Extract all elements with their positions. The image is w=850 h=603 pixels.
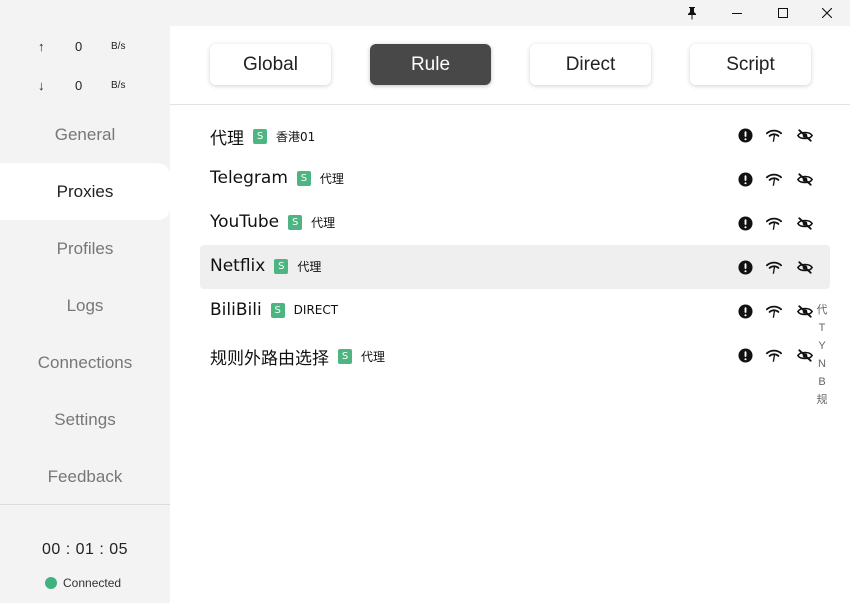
selected-proxy-label: DIRECT — [293, 303, 339, 317]
hide-icon[interactable] — [797, 215, 813, 231]
connection-timer: 00 : 01 : 05 — [41, 541, 129, 558]
index-item[interactable]: T — [819, 319, 826, 337]
mode-script-button[interactable]: Script — [690, 44, 811, 85]
proxy-group-header[interactable]: YouTube S 代理 — [210, 212, 335, 232]
proxy-group-name: 代理 — [210, 129, 244, 149]
mode-global-button[interactable]: Global — [210, 44, 331, 85]
proxy-group-row[interactable]: YouTube S 代理 — [200, 201, 830, 245]
group-index-bar: 代 T Y N B 规 — [815, 301, 829, 409]
proxy-group-row[interactable]: 代理 S 香港01 — [200, 113, 830, 157]
download-unit: B/s — [111, 80, 126, 91]
info-icon[interactable] — [737, 171, 753, 187]
proxy-group-name: Netflix — [210, 256, 266, 276]
sidebar-item-proxies[interactable]: Proxies — [0, 163, 170, 220]
status-label: Connected — [63, 576, 122, 590]
proxy-group-row[interactable]: Telegram S 代理 — [200, 157, 830, 201]
maximize-icon[interactable] — [760, 0, 806, 26]
proxy-group-header[interactable]: Telegram S 代理 — [210, 168, 344, 188]
group-type-badge: S — [338, 349, 352, 364]
proxy-group-name: 规则外路由选择 — [210, 349, 329, 369]
index-item[interactable]: 规 — [817, 391, 828, 409]
pin-icon[interactable] — [669, 0, 715, 26]
info-icon[interactable] — [737, 259, 753, 275]
header-divider — [170, 104, 850, 105]
status-dot-icon — [45, 577, 57, 589]
info-icon[interactable] — [737, 127, 753, 143]
proxy-group-row[interactable]: BiliBili S DIRECT — [200, 289, 830, 333]
proxy-group-row[interactable]: Netflix S 代理 — [200, 245, 830, 289]
latency-test-icon[interactable] — [766, 259, 782, 275]
proxy-group-header[interactable]: 规则外路由选择 S 代理 — [210, 344, 385, 369]
proxy-group-header[interactable]: Netflix S 代理 — [210, 256, 321, 276]
hide-icon[interactable] — [797, 127, 813, 143]
hide-icon[interactable] — [797, 347, 813, 363]
main-panel: Global Rule Direct Script 代理 S 香港01 Telegra… — [170, 26, 850, 603]
download-arrow-icon: ↓ — [38, 78, 45, 93]
sidebar-item-connections[interactable]: Connections — [0, 334, 170, 391]
group-type-badge: S — [253, 129, 267, 144]
connection-status: Connected — [45, 575, 121, 591]
proxy-group-header[interactable]: BiliBili S DIRECT — [210, 300, 338, 320]
group-type-badge: S — [270, 302, 285, 318]
proxy-group-row[interactable]: 规则外路由选择 S 代理 — [200, 333, 830, 377]
proxy-group-name: YouTube — [210, 212, 280, 232]
sidebar-item-profiles[interactable]: Profiles — [0, 220, 170, 277]
sidebar-item-settings[interactable]: Settings — [0, 391, 170, 448]
hide-icon[interactable] — [797, 259, 813, 275]
info-icon[interactable] — [737, 303, 753, 319]
sidebar-item-feedback[interactable]: Feedback — [0, 448, 170, 505]
latency-test-icon[interactable] — [766, 171, 782, 187]
index-item[interactable]: B — [818, 373, 825, 391]
proxy-group-name: BiliBili — [210, 300, 262, 320]
index-item[interactable]: Y — [818, 337, 825, 355]
group-type-badge: S — [288, 214, 303, 230]
proxy-group-name: Telegram — [210, 168, 288, 188]
sidebar: ↑ 0 B/s ↓ 0 B/s General Proxies Profiles… — [0, 26, 170, 603]
download-value: 0 — [75, 78, 83, 93]
download-speed: ↓ 0 B/s — [0, 76, 170, 96]
sidebar-item-logs[interactable]: Logs — [0, 277, 170, 334]
group-type-badge: S — [296, 170, 311, 186]
latency-test-icon[interactable] — [766, 215, 782, 231]
selected-proxy-label: 代理 — [319, 171, 344, 186]
latency-test-icon[interactable] — [766, 127, 782, 143]
mode-direct-button[interactable]: Direct — [530, 44, 651, 85]
selected-proxy-label: 代理 — [297, 259, 322, 274]
upload-speed: ↑ 0 B/s — [0, 37, 170, 57]
index-item[interactable]: 代 — [817, 301, 828, 319]
close-icon[interactable] — [804, 0, 850, 26]
upload-value: 0 — [75, 39, 83, 54]
minimize-icon[interactable] — [714, 0, 760, 26]
group-type-badge: S — [274, 258, 289, 274]
index-item[interactable]: N — [818, 355, 826, 373]
info-icon[interactable] — [737, 215, 753, 231]
latency-test-icon[interactable] — [766, 347, 782, 363]
upload-arrow-icon: ↑ — [38, 39, 45, 54]
sidebar-item-general[interactable]: General — [0, 106, 170, 163]
hide-icon[interactable] — [797, 171, 813, 187]
hide-icon[interactable] — [797, 303, 813, 319]
upload-unit: B/s — [111, 41, 126, 52]
info-icon[interactable] — [737, 347, 753, 363]
title-bar — [0, 0, 850, 26]
selected-proxy-label: 代理 — [361, 350, 386, 364]
latency-test-icon[interactable] — [766, 303, 782, 319]
proxy-group-header[interactable]: 代理 S 香港01 — [210, 124, 315, 149]
selected-proxy-label: 代理 — [311, 215, 336, 230]
sidebar-divider — [0, 504, 170, 505]
selected-proxy-label: 香港01 — [276, 130, 316, 144]
mode-rule-button[interactable]: Rule — [370, 44, 491, 85]
